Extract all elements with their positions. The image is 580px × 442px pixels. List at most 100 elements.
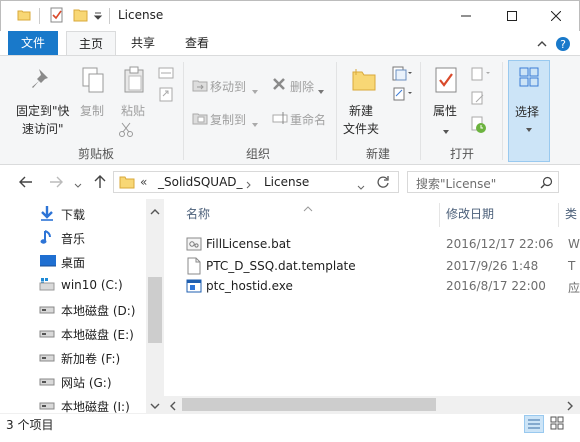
maximize-button[interactable] [489,1,535,31]
nav-item-drive-c[interactable]: win10 (C:) [0,273,148,297]
nav-item-drive-e[interactable]: 本地磁盘 (E:) [0,321,148,345]
dropdown-chevron-icon [526,121,532,132]
copy-path-icon[interactable] [158,66,174,80]
horizontal-scrollbar[interactable] [164,396,580,413]
properties-label: 属性 [433,104,458,118]
column-header-date[interactable]: 修改日期 [440,199,558,229]
file-type: T [568,259,576,273]
nav-scrollbar[interactable] [146,199,164,414]
horizontal-scrollbar-thumb[interactable] [182,398,436,411]
properties-button[interactable]: 属性 [424,60,468,140]
large-icons-view-button[interactable] [548,415,568,433]
refresh-icon[interactable] [376,175,390,189]
new-item-icon[interactable] [392,66,412,82]
recent-locations-chevron-icon[interactable] [74,178,82,188]
rename-button[interactable]: 重命名 [270,107,334,129]
customize-quick-access-chevron-icon[interactable] [93,9,103,21]
file-row[interactable]: ptc_hostid.exe 2016/8/17 22:00 应 [182,276,580,296]
help-icon[interactable]: ? [555,36,571,52]
copy-to-icon [192,110,208,126]
separator [39,8,40,24]
separator [109,8,110,24]
nav-item-drive-f[interactable]: 新加卷 (F:) [0,345,148,369]
group-separator [502,62,503,160]
breadcrumb-overflow[interactable]: « [140,175,147,189]
address-bar[interactable]: « _SolidSQUAD_ License [113,171,399,193]
dropdown-chevron-icon [443,123,449,134]
properties-quick-icon[interactable] [49,7,65,23]
rename-label: 重命名 [290,113,327,127]
paste-shortcut-icon[interactable] [158,86,174,102]
folder-icon [119,175,135,189]
select-button[interactable]: 选择 [508,60,550,162]
move-to-icon [192,77,208,93]
paste-button[interactable]: 粘贴 [116,60,152,120]
tab-share[interactable]: 共享 [118,31,168,55]
close-button[interactable] [533,1,579,31]
new-folder-button[interactable]: 新建 文件夹 [338,60,390,140]
drive-icon [39,349,55,365]
history-icon[interactable] [470,116,488,134]
nav-item-drive-g[interactable]: 网站 (G:) [0,369,148,393]
breadcrumb-item[interactable]: _SolidSQUAD_ [158,175,243,189]
nav-item-drive-d[interactable]: 本地磁盘 (D:) [0,297,148,321]
search-icon[interactable] [540,176,553,189]
tab-file[interactable]: 文件 [8,31,58,55]
pin-to-quick-access-button[interactable]: 固定到"快 速访问" [4,60,74,140]
file-name: PTC_D_SSQ.dat.template [206,259,356,273]
forward-arrow-icon[interactable] [48,174,64,190]
search-box[interactable]: 搜索"License" [407,171,559,193]
ribbon: 固定到"快 速访问" 复制 粘贴 剪贴板 移动到 复制到 删除 重命名 组织 新… [0,55,580,165]
search-input[interactable]: 搜索"License" [416,175,496,192]
organize-group-label: 组织 [245,147,270,161]
easy-access-icon[interactable] [392,86,412,102]
drive-icon [39,301,55,317]
new-folder-icon [350,66,378,94]
move-to-label: 移动到 [210,80,247,94]
tab-home[interactable]: 主页 [66,31,116,56]
move-to-button[interactable]: 移动到 [190,74,262,96]
file-date: 2016/12/17 22:06 [446,237,554,251]
drive-icon [39,325,55,341]
back-arrow-icon[interactable] [18,174,34,190]
edit-icon[interactable] [470,90,486,106]
scroll-left-arrow-icon[interactable] [169,400,177,411]
delete-button[interactable]: 删除 [270,74,330,96]
select-grid-icon [519,67,539,87]
file-list: 名称 修改日期 类 FillLicense.bat 2016/12/17 22:… [164,199,580,414]
details-view-button[interactable] [524,415,544,433]
item-count: 3 个项目 [6,418,54,432]
group-separator [420,62,421,160]
copy-button[interactable]: 复制 [75,60,111,120]
column-header-type[interactable]: 类 [559,199,580,229]
rename-icon [272,110,288,126]
file-row[interactable]: PTC_D_SSQ.dat.template 2017/9/26 1:48 T [182,256,580,276]
large-icons-view-icon [550,416,564,430]
window-title: License [118,8,164,22]
new-folder-quick-icon[interactable] [73,7,89,23]
select-label: 选择 [515,105,540,119]
open-group-label: 打开 [449,147,474,161]
scroll-down-arrow-icon[interactable] [150,399,160,409]
nav-item-desktop[interactable]: 桌面 [0,249,148,273]
minimize-button[interactable] [443,1,489,31]
breadcrumb-item-current[interactable]: License [264,175,309,189]
new-group-label: 新建 [365,147,390,161]
breadcrumb-separator-icon[interactable] [246,178,252,189]
nav-scrollbar-thumb[interactable] [148,277,162,343]
file-row[interactable]: FillLicense.bat 2016/12/17 22:06 W [182,234,580,254]
navigation-pane: 下载 音乐 桌面 win10 (C:) 本地磁盘 (D:) 本地磁盘 (E:) … [0,199,164,414]
ribbon-collapse-chevron-icon[interactable] [536,38,548,50]
cut-icon[interactable] [118,122,134,138]
address-history-chevron-icon[interactable] [357,180,365,190]
file-type: 应 [568,281,580,295]
tab-view[interactable]: 查看 [172,31,222,55]
nav-item-downloads[interactable]: 下载 [0,201,148,225]
open-icon[interactable] [470,66,494,82]
scroll-right-arrow-icon[interactable] [566,400,574,411]
scroll-up-arrow-icon[interactable] [150,205,160,215]
up-arrow-icon[interactable] [92,174,108,190]
column-header-name[interactable]: 名称 [180,199,440,229]
copy-to-button[interactable]: 复制到 [190,107,262,129]
nav-item-music[interactable]: 音乐 [0,225,148,249]
